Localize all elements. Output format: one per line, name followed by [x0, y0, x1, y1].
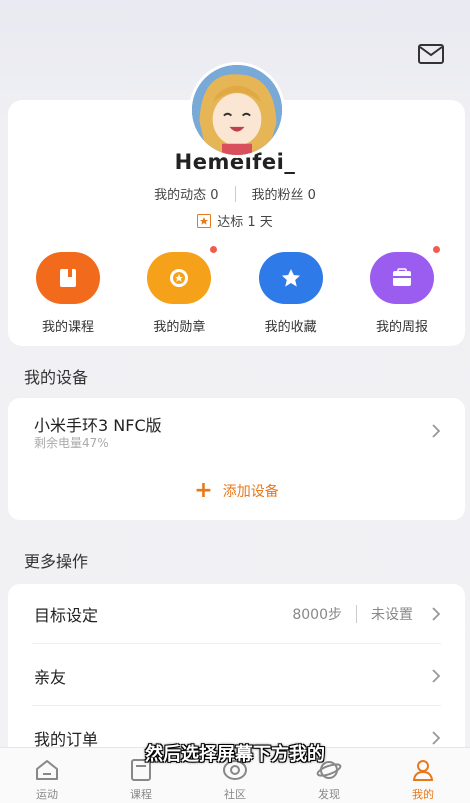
profile-stats: 我的动态 0 我的粉丝 0 [0, 184, 470, 203]
add-device-label: 添加设备 [222, 484, 279, 500]
avatar[interactable] [189, 62, 285, 158]
quick-label-courses: 我的课程 [41, 320, 94, 335]
dynamics-count: 0 [210, 188, 219, 203]
value-divider [356, 605, 357, 623]
goal-icon [197, 213, 212, 228]
medal-icon [147, 252, 212, 304]
tab-label: 课程 [130, 788, 152, 801]
quick-item-courses[interactable]: 我的课程 [20, 252, 116, 335]
notification-dot [432, 246, 440, 253]
plus-icon: + [194, 478, 213, 503]
quick-actions: 我的课程 我的勋章 我的收藏 我的周报 [20, 246, 450, 335]
chevron-right-icon [432, 669, 441, 683]
fans-count: 0 [307, 188, 316, 203]
tab-label: 社区 [224, 788, 246, 801]
row-divider [32, 643, 441, 644]
video-subtitle: 然后选择屏幕下方我的 [145, 744, 325, 765]
row-label: 目标设定 [34, 606, 99, 625]
quick-item-medals[interactable]: 我的勋章 [131, 246, 227, 335]
more-section-title: 更多操作 [24, 552, 89, 571]
mail-icon[interactable] [418, 44, 444, 64]
row-divider [32, 705, 441, 706]
goal-status: 未设置 [371, 607, 413, 623]
device-battery: 剩余电量47% [34, 436, 109, 450]
quick-item-reports[interactable]: 我的周报 [354, 246, 450, 335]
tab-label: 发现 [318, 788, 340, 801]
goal-steps: 8000步 [292, 607, 342, 623]
report-icon [369, 252, 434, 304]
device-row[interactable]: 小米手环3 NFC版 剩余电量47% [8, 398, 465, 458]
row-goal-value: 8000步 未设置 [292, 604, 413, 624]
quick-label-favorites: 我的收藏 [264, 320, 317, 335]
goal-text: 达标 1 天 [217, 215, 273, 230]
fans-label: 我的粉丝 [251, 188, 304, 203]
quick-item-favorites[interactable]: 我的收藏 [243, 252, 339, 335]
device-name: 小米手环3 NFC版 [34, 416, 162, 435]
notification-dot [210, 246, 218, 253]
tab-label: 我的 [412, 788, 434, 801]
row-label: 亲友 [34, 668, 67, 687]
stats-divider [234, 185, 236, 202]
book-icon [36, 252, 100, 304]
goal-badge: 达标 1 天 [0, 211, 470, 230]
quick-label-medals: 我的勋章 [153, 320, 206, 335]
devices-section-title: 我的设备 [24, 368, 89, 387]
dynamics-label: 我的动态 [154, 188, 207, 203]
chevron-right-icon [432, 424, 441, 438]
quick-label-reports: 我的周报 [375, 320, 428, 335]
device-card: 小米手环3 NFC版 剩余电量47% + 添加设备 [8, 398, 465, 520]
fans-stat[interactable]: 我的粉丝 0 [252, 184, 316, 203]
add-device-button[interactable]: + 添加设备 [8, 480, 465, 502]
tab-label: 运动 [36, 788, 58, 801]
dynamics-stat[interactable]: 我的动态 0 [154, 184, 218, 203]
row-goal-setting[interactable]: 目标设定 8000步 未设置 [8, 584, 465, 644]
star-icon [258, 252, 323, 304]
chevron-right-icon [432, 607, 441, 621]
row-friends[interactable]: 亲友 [8, 646, 465, 706]
